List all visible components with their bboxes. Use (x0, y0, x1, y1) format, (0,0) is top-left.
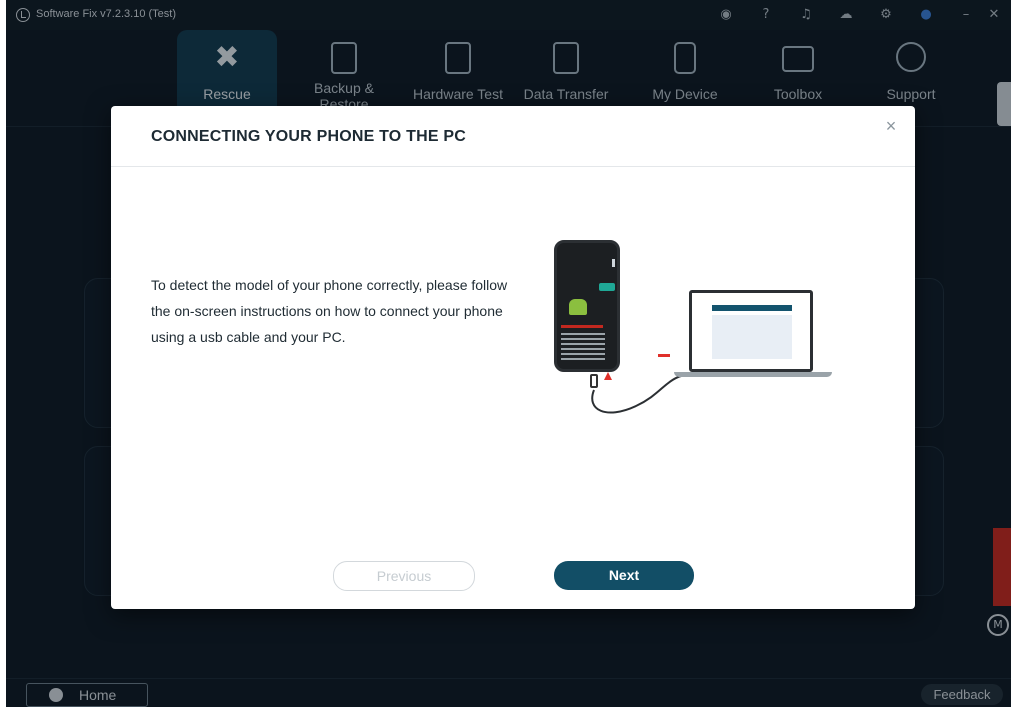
usb-plug-icon (590, 374, 598, 388)
dialog-title: CONNECTING YOUR PHONE TO THE PC (151, 128, 466, 145)
close-icon[interactable]: × (881, 116, 901, 136)
previous-button[interactable]: Previous (333, 561, 475, 591)
phone-screen-line (561, 325, 603, 328)
phone-icon (554, 240, 620, 372)
laptop-screen-content (712, 315, 792, 359)
laptop-screen-bar (712, 305, 792, 311)
start-badge (599, 283, 615, 291)
phone-button-icon (612, 259, 615, 267)
dialog-header: CONNECTING YOUR PHONE TO THE PC × (111, 106, 915, 167)
arrow-right-icon (658, 354, 670, 357)
next-button[interactable]: Next (554, 561, 694, 590)
arrow-up-icon (604, 372, 612, 380)
connect-phone-dialog: CONNECTING YOUR PHONE TO THE PC × To det… (111, 106, 915, 609)
phone-screen-text-lines (561, 333, 605, 363)
android-robot-icon (569, 299, 587, 315)
phone-to-pc-illustration (546, 234, 846, 424)
laptop-base (674, 372, 832, 377)
laptop-icon (689, 290, 813, 372)
app-window: Software Fix v7.2.3.10 (Test) ◉ ? ♫ ☁ ⚙ … (6, 0, 1011, 707)
instructions-text: To detect the model of your phone correc… (151, 277, 508, 345)
